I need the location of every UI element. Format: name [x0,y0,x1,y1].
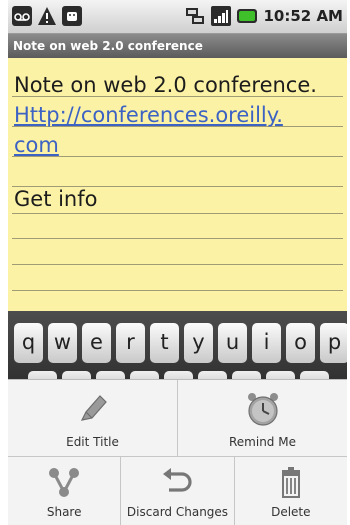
trash-icon [274,467,308,499]
phone-screen: 10:52 AM Note on web 2.0 conference Note… [8,0,347,525]
undo-icon [160,467,194,499]
alarm-clock-icon [244,390,282,428]
soft-keyboard: q w e r t y u i o p [8,311,347,385]
key-o[interactable]: o [286,323,315,363]
note-link[interactable]: com [14,130,59,160]
key-i[interactable]: i [252,323,281,363]
pencil-icon [74,390,112,428]
key-u[interactable]: u [218,323,247,363]
share-button[interactable]: Share [8,457,122,525]
keyboard-row: q w e r t y u i o p [14,323,347,363]
key-w[interactable]: w [48,323,77,363]
note-editor[interactable]: Note on web 2.0 conference. Http://confe… [8,58,347,311]
key-q[interactable]: q [14,323,43,363]
share-label: Share [46,505,82,519]
android-icon [62,6,82,26]
voicemail-icon [12,6,32,26]
discard-changes-label: Discard Changes [126,505,229,519]
options-menu: Edit Title Remind Me Share Discard Chang… [8,379,347,525]
share-icon [47,467,81,499]
remind-me-button[interactable]: Remind Me [178,380,347,456]
key-e[interactable]: e [82,323,111,363]
options-menu-row: Edit Title Remind Me [8,380,347,457]
warning-icon [37,6,57,26]
delete-button[interactable]: Delete [235,457,347,525]
note-title-bar: Note on web 2.0 conference [8,34,347,58]
edit-title-label: Edit Title [66,435,119,449]
note-rule-line [12,156,343,157]
edit-title-button[interactable]: Edit Title [8,380,178,456]
note-line-text[interactable]: Note on web 2.0 conference. [14,70,317,100]
network-icon [185,6,205,26]
note-rule-line [12,238,343,239]
note-rule-line [12,264,343,265]
signal-icon [211,6,232,26]
battery-icon [237,6,258,26]
status-bar: 10:52 AM [8,0,347,34]
note-line-text[interactable]: Get info [14,184,98,214]
key-p[interactable]: p [320,323,347,363]
status-clock: 10:52 AM [263,7,343,25]
key-y[interactable]: y [184,323,213,363]
remind-me-label: Remind Me [229,435,296,449]
delete-label: Delete [271,505,311,519]
options-menu-row: Share Discard Changes Delete [8,457,347,525]
key-r[interactable]: r [116,323,145,363]
discard-changes-button[interactable]: Discard Changes [121,457,235,525]
key-t[interactable]: t [150,323,179,363]
note-rule-line [12,290,343,291]
note-link[interactable]: Http://conferences.oreilly. [14,100,283,130]
